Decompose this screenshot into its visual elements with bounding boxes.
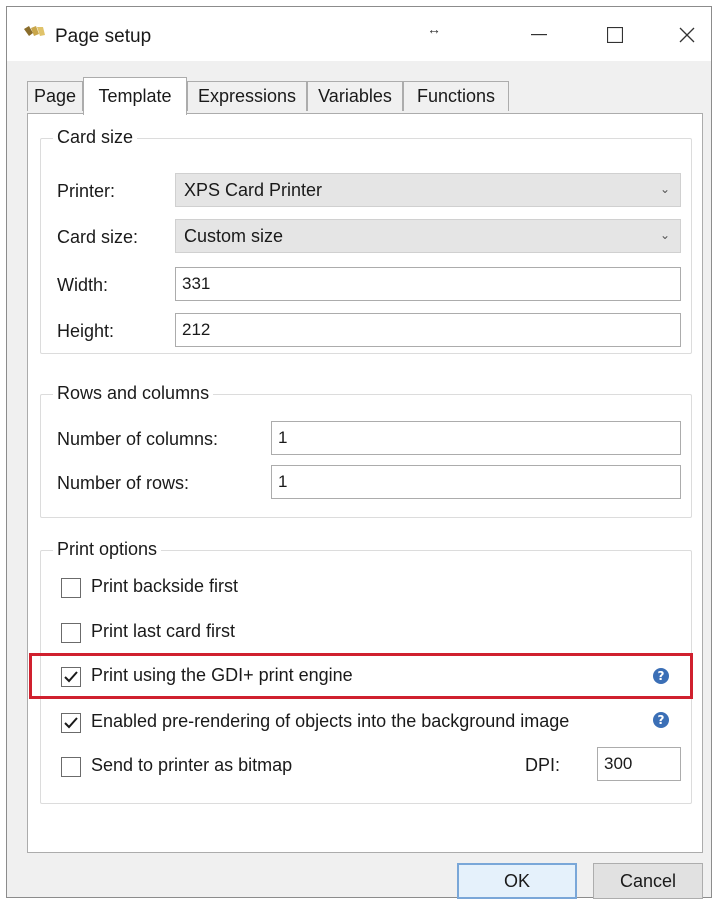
height-label: Height: <box>57 321 115 341</box>
template-tab-panel: Card size Printer: XPS Card Printer ⌄ Ca… <box>27 113 703 853</box>
dpi-label: DPI: <box>525 755 561 775</box>
dpi-field[interactable]: 300 <box>597 747 681 781</box>
width-field[interactable]: 331 <box>175 267 681 301</box>
tab-variables[interactable]: Variables <box>307 81 403 111</box>
minimize-button[interactable] <box>519 17 559 53</box>
card-size-select[interactable]: Custom size ⌄ <box>175 219 681 253</box>
pre-rendering-checkbox[interactable] <box>61 713 81 733</box>
checkmark-icon <box>64 717 78 729</box>
rows-columns-title: Rows and columns <box>53 383 214 404</box>
height-field[interactable]: 212 <box>175 313 681 347</box>
app-icon <box>23 25 49 43</box>
rows-label: Number of rows: <box>57 473 190 493</box>
printer-select[interactable]: XPS Card Printer ⌄ <box>175 173 681 207</box>
printer-label: Printer: <box>57 181 116 201</box>
chevron-down-icon: ⌄ <box>659 182 670 196</box>
card-size-label: Card size: <box>57 227 139 247</box>
card-size-group: Card size Printer: XPS Card Printer ⌄ Ca… <box>40 127 692 354</box>
columns-label: Number of columns: <box>57 429 219 449</box>
tab-expressions[interactable]: Expressions <box>187 81 307 111</box>
print-backside-first-checkbox[interactable] <box>61 578 81 598</box>
title-bar: Page setup ↔ <box>7 7 711 61</box>
checkmark-icon <box>64 671 78 683</box>
rows-field[interactable]: 1 <box>271 465 681 499</box>
send-as-bitmap-checkbox[interactable] <box>61 757 81 777</box>
print-options-group: Print options Print backside first Print… <box>29 539 693 804</box>
tab-functions[interactable]: Functions <box>403 81 509 111</box>
gdi-plus-engine-checkbox[interactable] <box>61 667 81 687</box>
cancel-button[interactable]: Cancel <box>593 863 703 899</box>
print-last-card-first-label: Print last card first <box>91 621 236 641</box>
resize-arrows-icon: ↔ <box>427 21 441 37</box>
close-icon <box>679 27 695 43</box>
print-backside-first-label: Print backside first <box>91 576 239 596</box>
tab-template[interactable]: Template <box>83 77 187 115</box>
pre-rendering-label: Enabled pre-rendering of objects into th… <box>91 711 570 731</box>
window-title: Page setup <box>55 26 152 47</box>
help-icon[interactable]: ? <box>653 712 669 728</box>
chevron-down-icon: ⌄ <box>659 228 670 242</box>
gdi-plus-engine-label: Print using the GDI+ print engine <box>91 665 353 685</box>
card-size-value: Custom size <box>184 226 284 246</box>
send-as-bitmap-label: Send to printer as bitmap <box>91 755 293 775</box>
card-size-title: Card size <box>53 127 138 148</box>
help-icon[interactable]: ? <box>653 668 669 684</box>
print-last-card-first-checkbox[interactable] <box>61 623 81 643</box>
close-button[interactable] <box>667 17 707 53</box>
tab-page[interactable]: Page <box>27 81 83 111</box>
ok-button[interactable]: OK <box>457 863 577 899</box>
page-setup-dialog: Page setup ↔ Page Template Expressions V… <box>6 6 712 899</box>
maximize-button[interactable] <box>595 17 635 53</box>
width-label: Width: <box>57 275 109 295</box>
rows-columns-group: Rows and columns Number of columns: 1 Nu… <box>40 383 692 518</box>
printer-value: XPS Card Printer <box>184 180 323 200</box>
columns-field[interactable]: 1 <box>271 421 681 455</box>
print-options-title: Print options <box>53 539 162 560</box>
